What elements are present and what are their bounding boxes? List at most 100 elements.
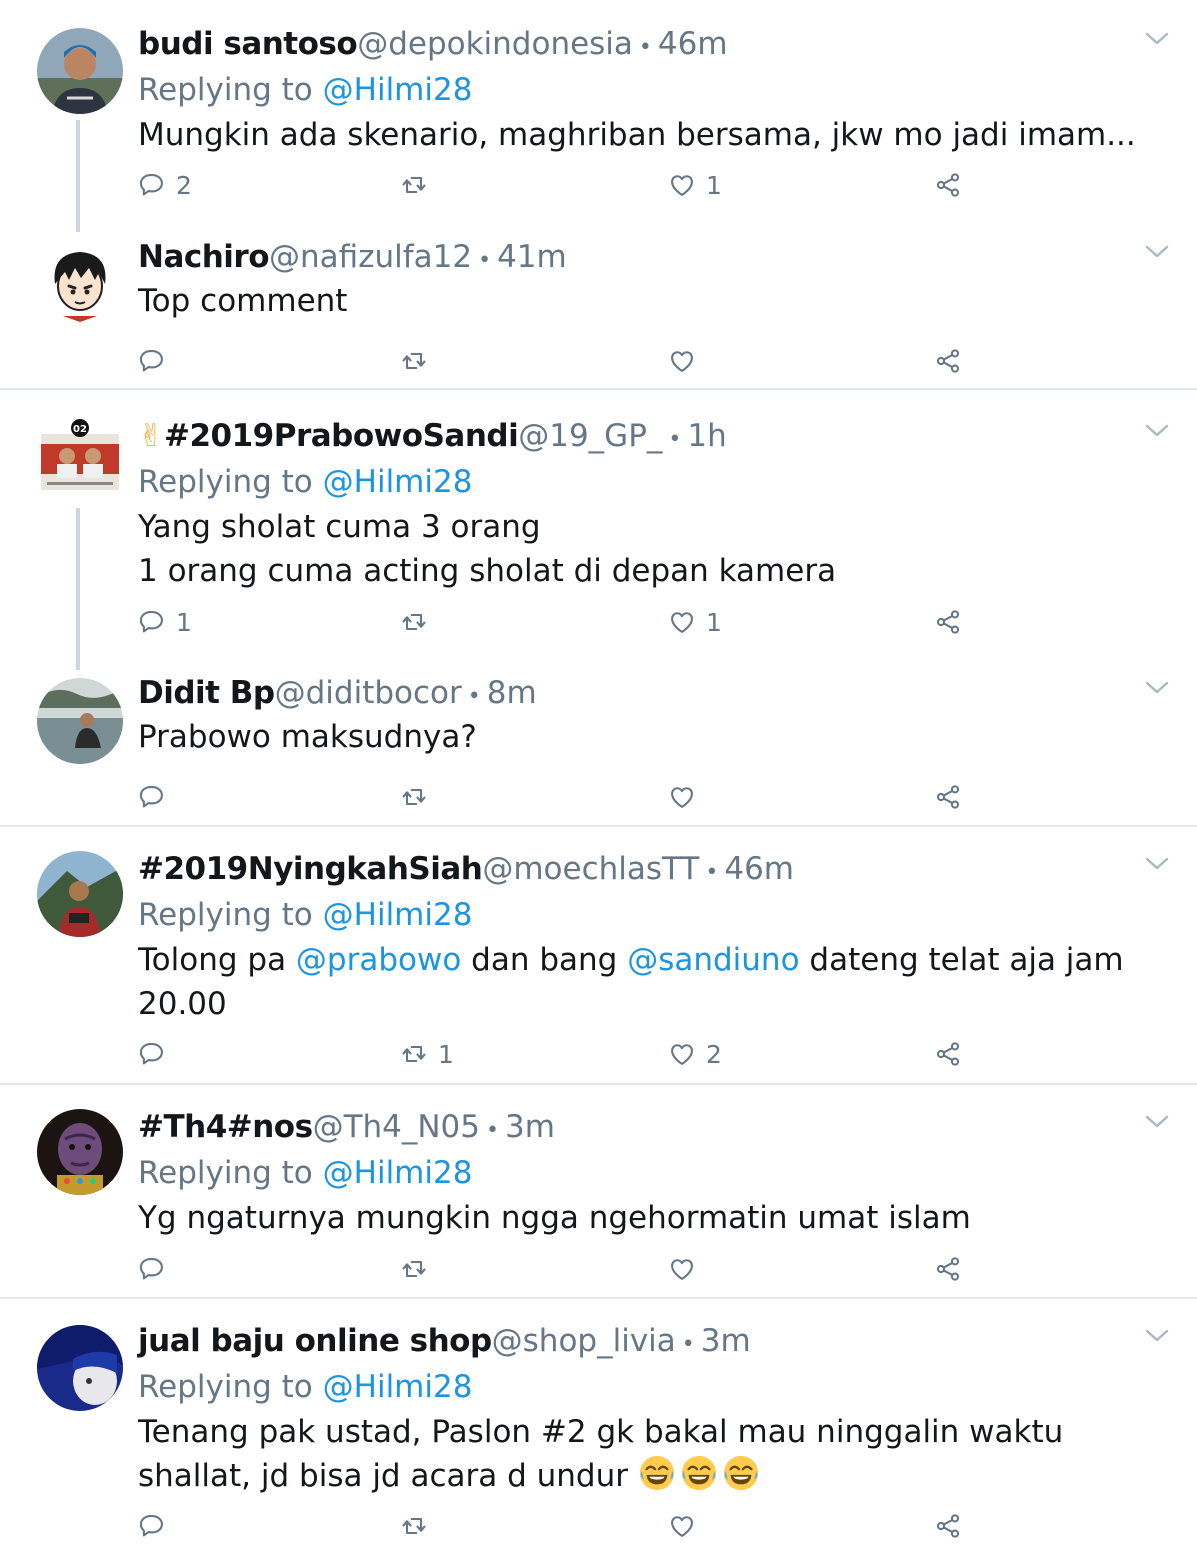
display-name[interactable]: Nachiro [138, 239, 270, 275]
tweet-text-line: 1 orang cuma acting sholat di depan kame… [138, 553, 837, 589]
mention-link[interactable]: @prabowo [296, 942, 461, 978]
share-icon [934, 171, 962, 199]
share-icon [934, 1255, 962, 1283]
timestamp[interactable]: 46m [724, 851, 794, 887]
chevron-down-icon[interactable] [1144, 30, 1170, 48]
reply-button[interactable] [138, 1506, 176, 1545]
timestamp[interactable]: 1h [687, 418, 726, 454]
tweet[interactable]: jual baju online shop@shop_livia • 3m Repl… [0, 1301, 1197, 1545]
mention-link[interactable]: @sandiuno [627, 942, 799, 978]
like-button[interactable] [668, 1506, 706, 1545]
replying-to-mention[interactable]: @Hilmi28 [323, 1369, 473, 1405]
heart-icon [668, 1255, 696, 1283]
tweet-actions: 1 2 [138, 1034, 998, 1074]
user-handle[interactable]: @diditbocor [275, 675, 462, 711]
share-icon [934, 1040, 962, 1068]
chevron-down-icon[interactable] [1144, 243, 1170, 261]
share-button[interactable] [934, 341, 962, 381]
tweet-text: Yang sholat cuma 3 orang 1 orang cuma ac… [138, 505, 1158, 593]
share-button[interactable] [934, 1249, 962, 1289]
chevron-down-icon[interactable] [1144, 1113, 1170, 1131]
avatar[interactable] [37, 678, 123, 764]
chevron-down-icon[interactable] [1144, 679, 1170, 697]
share-button[interactable] [934, 165, 962, 205]
user-handle[interactable]: @Th4_N05 [313, 1109, 480, 1145]
display-name[interactable]: #2019NyingkahSiah [138, 851, 483, 887]
retweet-button[interactable] [400, 1249, 438, 1289]
like-button[interactable]: 2 [668, 1034, 722, 1074]
display-name[interactable]: Didit Bp [138, 675, 275, 711]
chevron-down-icon[interactable] [1144, 855, 1170, 873]
separator-dot: • [478, 248, 492, 273]
share-button[interactable] [934, 777, 962, 817]
display-name[interactable]: #2019PrabowoSandi [164, 418, 519, 454]
chevron-down-icon[interactable] [1144, 422, 1170, 440]
retweet-button[interactable]: 1 [400, 1034, 454, 1074]
reply-icon [138, 608, 166, 636]
tweet[interactable]: budi santoso@depokindonesia • 46m Replying… [0, 0, 1197, 228]
user-handle[interactable]: @moechlasTT [482, 851, 699, 887]
like-button[interactable] [668, 341, 706, 381]
timestamp[interactable]: 3m [701, 1323, 751, 1359]
user-handle[interactable]: @nafizulfa12 [269, 239, 472, 275]
like-count: 1 [706, 607, 722, 637]
reply-button[interactable]: 1 [138, 602, 192, 642]
replying-to-mention[interactable]: @Hilmi28 [323, 464, 473, 500]
separator-dot: • [467, 684, 481, 709]
retweet-button[interactable] [400, 1506, 438, 1545]
chevron-down-icon[interactable] [1144, 1327, 1170, 1345]
replying-to-mention[interactable]: @Hilmi28 [323, 1155, 473, 1191]
tweet-text-segment: dan bang [461, 942, 628, 978]
display-name[interactable]: budi santoso [138, 26, 358, 62]
reply-button[interactable]: 2 [138, 165, 192, 205]
tweet[interactable]: Nachiro@nafizulfa12 • 41m Top comment [0, 228, 1197, 388]
timestamp[interactable]: 8m [487, 675, 537, 711]
tweet[interactable]: #Th4#nos@Th4_N05 • 3m Replying to @Hilmi28… [0, 1087, 1197, 1297]
user-handle[interactable]: @shop_livia [492, 1323, 676, 1359]
avatar[interactable] [37, 1109, 123, 1195]
retweet-button[interactable] [400, 341, 438, 381]
display-name[interactable]: #Th4#nos [138, 1109, 313, 1145]
thread-divider [0, 1297, 1197, 1299]
tweet[interactable]: #2019NyingkahSiah@moechlasTT • 46m Replyin… [0, 829, 1197, 1083]
avatar[interactable] [37, 240, 123, 326]
share-button[interactable] [934, 602, 962, 642]
like-button[interactable] [668, 1249, 706, 1289]
avatar[interactable] [37, 1325, 123, 1411]
like-button[interactable]: 1 [668, 165, 722, 205]
avatar[interactable] [37, 28, 123, 114]
share-button[interactable] [934, 1506, 962, 1545]
reply-button[interactable] [138, 1034, 176, 1074]
share-icon [934, 783, 962, 811]
retweet-icon [400, 1512, 428, 1540]
timestamp[interactable]: 46m [658, 26, 728, 62]
reply-button[interactable] [138, 1249, 176, 1289]
tweet[interactable]: Didit Bp@diditbocor • 8m Prabowo maksudnya… [0, 664, 1197, 825]
heart-icon [668, 347, 696, 375]
timestamp[interactable]: 41m [497, 239, 567, 275]
like-button[interactable] [668, 777, 706, 817]
replying-to-mention[interactable]: @Hilmi28 [323, 897, 473, 933]
user-handle[interactable]: @depokindonesia [357, 26, 633, 62]
retweet-button[interactable] [400, 777, 438, 817]
like-button[interactable]: 1 [668, 602, 722, 642]
reply-button[interactable] [138, 341, 176, 381]
heart-icon [668, 171, 696, 199]
tweet[interactable]: 02 ✌#2019PrabowoSandi@19_GP_ • 1h Replying… [0, 392, 1197, 664]
replying-to-mention[interactable]: @Hilmi28 [323, 72, 473, 108]
retweet-button[interactable] [400, 602, 438, 642]
avatar[interactable]: 02 [37, 414, 123, 500]
replying-to-label: Replying to [138, 72, 313, 108]
reply-button[interactable] [138, 777, 176, 817]
share-button[interactable] [934, 1034, 962, 1074]
tweet-actions: 1 1 [138, 602, 998, 642]
tweet-text-segment: shallat, jd bisa jd acara d undur [138, 1458, 638, 1494]
user-handle[interactable]: @19_GP_ [518, 418, 662, 454]
display-name[interactable]: jual baju online shop [138, 1323, 492, 1359]
retweet-icon [400, 1255, 428, 1283]
retweet-button[interactable] [400, 165, 438, 205]
timestamp[interactable]: 3m [505, 1109, 555, 1145]
avatar[interactable] [37, 851, 123, 937]
replying-to-label: Replying to [138, 464, 313, 500]
retweet-icon [400, 608, 428, 636]
